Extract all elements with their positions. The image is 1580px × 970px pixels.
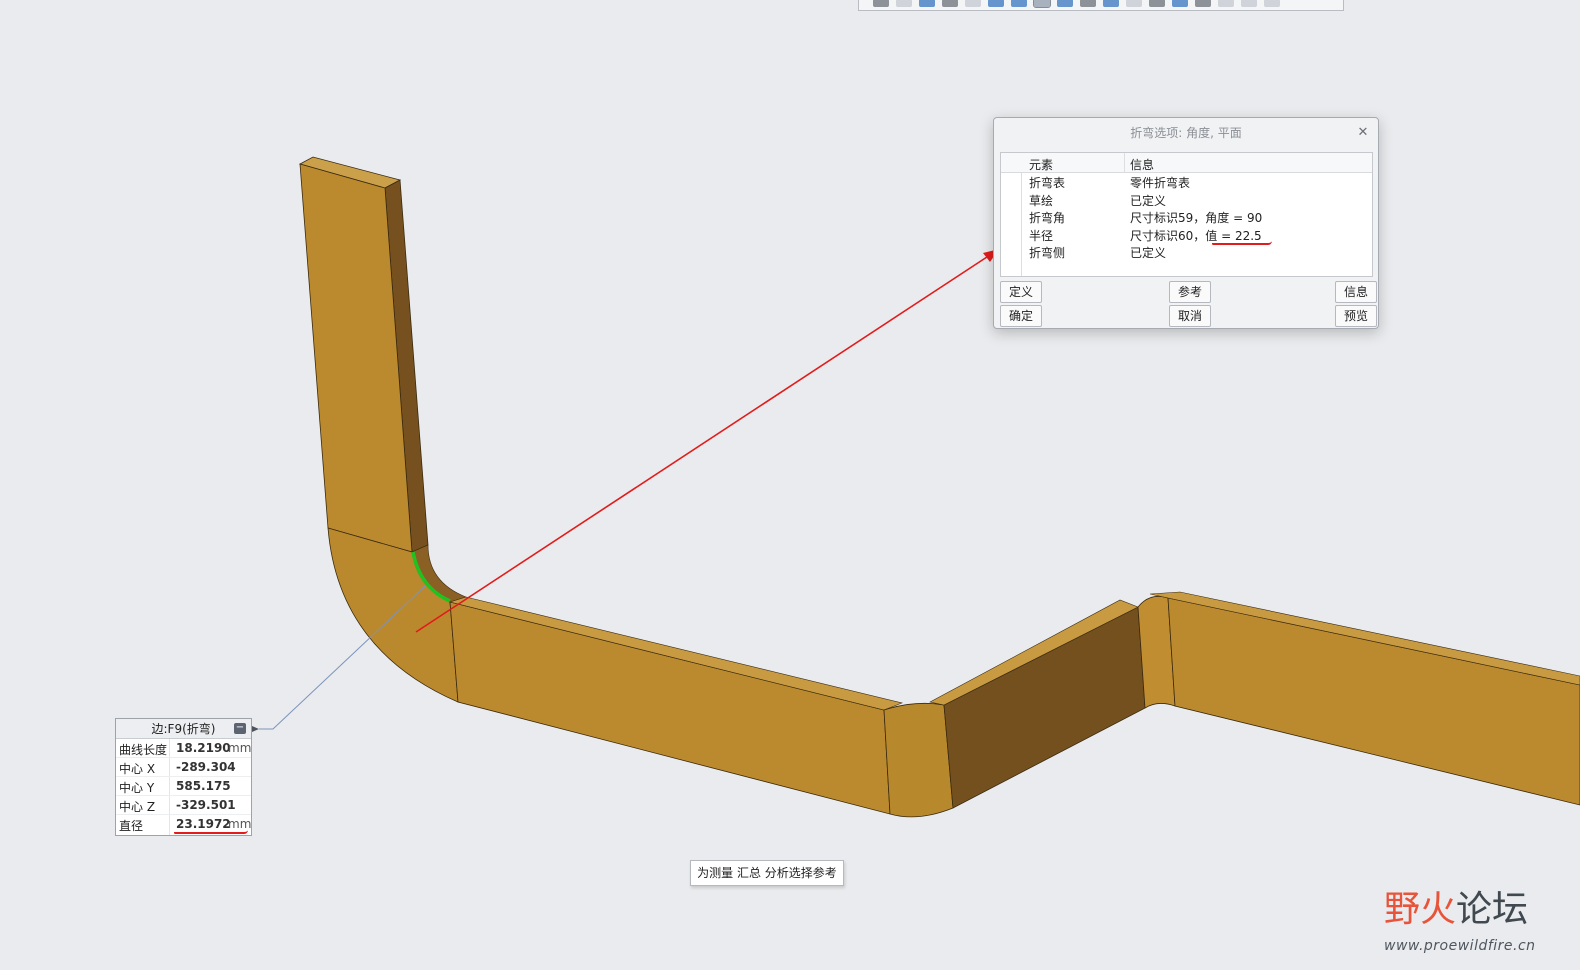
- bend-options-dialog: 折弯选项: 角度, 平面 ✕ 元素 信息 折弯表 零件折弯表 草绘 已定义 折弯…: [993, 117, 1379, 329]
- tool-icon[interactable]: [1218, 0, 1234, 7]
- measure-label: 曲线长度: [119, 743, 168, 757]
- tool-icon[interactable]: [1241, 0, 1257, 7]
- row-info: 已定义: [1130, 246, 1167, 260]
- base-front-face: [449, 601, 891, 815]
- row-element: 折弯侧: [1029, 246, 1066, 260]
- column-divider: [1124, 153, 1125, 173]
- row-element: 半径: [1029, 228, 1054, 243]
- table-row[interactable]: 折弯侧 已定义: [1001, 243, 1372, 261]
- cancel-button[interactable]: 取消: [1169, 305, 1211, 327]
- measure-label: 中心 X: [119, 762, 156, 776]
- annotation-arrow-line: [415, 254, 991, 633]
- reference-button[interactable]: 参考: [1169, 281, 1211, 303]
- tool-icon[interactable]: [1126, 0, 1142, 7]
- measure-header: 边:F9(折弯) −: [116, 719, 251, 739]
- second-bend-face: [883, 702, 954, 818]
- table-row[interactable]: 折弯角 尺寸标识59，角度 = 90: [1001, 208, 1372, 226]
- row-element: 折弯表: [1029, 176, 1066, 190]
- row-info: 尺寸标识59，角度 = 90: [1130, 211, 1263, 225]
- preview-button[interactable]: 预览: [1335, 305, 1377, 327]
- first-bend-face: [327, 527, 459, 703]
- watermark-logo: 野火论坛: [1384, 890, 1528, 930]
- measure-value: 585.175: [176, 779, 231, 793]
- define-button[interactable]: 定义: [1000, 281, 1042, 303]
- tool-icon[interactable]: [1195, 0, 1211, 7]
- measure-unit: mm: [228, 741, 252, 755]
- watermark-url: www.proewildfire.cn: [1384, 938, 1536, 954]
- measure-value: -289.304: [176, 760, 236, 774]
- column-header-element: 元素: [1029, 158, 1054, 172]
- measure-row: 中心 X -289.304: [116, 758, 251, 777]
- tool-icon[interactable]: [1080, 0, 1096, 7]
- row-info: 零件折弯表: [1130, 176, 1191, 190]
- measure-label: 中心 Z: [119, 800, 156, 814]
- measure-row: 中心 Z -329.501: [116, 796, 251, 815]
- end-front-face: [1167, 597, 1580, 806]
- dialog-title-text: 折弯选项: 角度, 平面: [1130, 126, 1242, 140]
- tool-icon[interactable]: [1149, 0, 1165, 7]
- measure-value: 23.1972: [176, 817, 231, 831]
- measure-title: 边:F9(折弯): [151, 722, 216, 736]
- tool-icon[interactable]: [1103, 0, 1119, 7]
- column-header-info: 信息: [1130, 158, 1155, 172]
- tool-icon[interactable]: [896, 0, 912, 7]
- measure-unit: mm: [228, 817, 252, 831]
- watermark-logo-part1: 野火: [1384, 889, 1457, 930]
- dialog-title: 折弯选项: 角度, 平面 ✕: [994, 118, 1378, 148]
- measure-value: 18.2190: [176, 741, 231, 755]
- tool-icon[interactable]: [1011, 0, 1027, 7]
- top-toolbar: [858, 0, 1344, 11]
- red-underline-annotation: [174, 830, 248, 834]
- measure-row: 曲线长度 18.2190 mm: [116, 739, 251, 758]
- info-button[interactable]: 信息: [1335, 281, 1377, 303]
- table-header: 元素 信息: [1001, 153, 1372, 173]
- rising-face: [943, 606, 1146, 809]
- measure-value: -329.501: [176, 798, 236, 812]
- close-icon[interactable]: ✕: [1356, 118, 1370, 148]
- tool-icon[interactable]: [1172, 0, 1188, 7]
- table-row[interactable]: 草绘 已定义: [1001, 191, 1372, 209]
- measure-label: 直径: [119, 819, 144, 833]
- tool-icon[interactable]: [873, 0, 889, 7]
- tool-icon[interactable]: [1033, 0, 1051, 8]
- ok-button[interactable]: 确定: [1000, 305, 1042, 327]
- pin-icon[interactable]: [252, 725, 260, 733]
- row-info: 已定义: [1130, 193, 1167, 208]
- tool-icon[interactable]: [988, 0, 1004, 7]
- tool-icon[interactable]: [919, 0, 935, 7]
- row-element: 草绘: [1029, 193, 1054, 208]
- measure-popup: 边:F9(折弯) − 曲线长度 18.2190 mm 中心 X -289.304…: [115, 718, 252, 836]
- tool-icon[interactable]: [1057, 0, 1073, 7]
- row-element: 折弯角: [1029, 211, 1066, 225]
- table-row[interactable]: 折弯表 零件折弯表: [1001, 173, 1372, 191]
- watermark-logo-part2: 论坛: [1456, 889, 1529, 930]
- tool-icon[interactable]: [1264, 0, 1280, 7]
- measure-label: 中心 Y: [119, 781, 155, 795]
- table-row[interactable]: 半径 尺寸标识60，值 = 22.5: [1001, 226, 1372, 245]
- element-table: 元素 信息 折弯表 零件折弯表 草绘 已定义 折弯角 尺寸标识59，角度 = 9…: [1000, 152, 1373, 277]
- status-hint: 为测量 汇总 分析选择参考: [690, 860, 844, 886]
- minus-icon[interactable]: −: [234, 723, 246, 734]
- tool-icon[interactable]: [965, 0, 981, 7]
- tool-icon[interactable]: [942, 0, 958, 7]
- measure-row: 中心 Y 585.175: [116, 777, 251, 796]
